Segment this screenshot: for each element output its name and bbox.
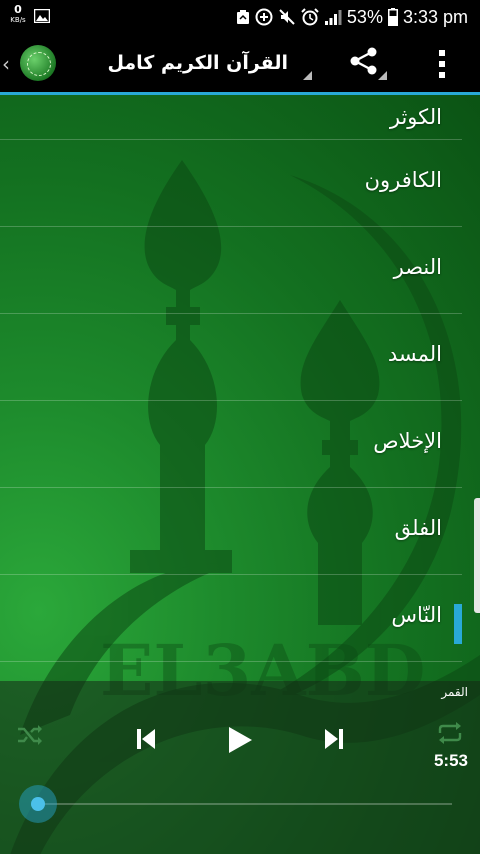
list-item[interactable]: النصر xyxy=(0,227,462,314)
surah-name: المسد xyxy=(387,342,442,366)
surah-name: الكافرون xyxy=(364,168,442,192)
logo-icon[interactable] xyxy=(20,45,56,81)
list-item[interactable]: الإخلاص xyxy=(0,401,462,488)
share-button[interactable] xyxy=(348,46,392,82)
seek-bar[interactable] xyxy=(38,803,452,805)
share-icon xyxy=(348,47,378,80)
clock: 3:33 pm xyxy=(402,6,468,27)
next-icon[interactable] xyxy=(322,727,346,755)
surah-name: النّاس xyxy=(391,603,442,627)
now-playing-title: القمر xyxy=(441,685,468,699)
title-spinner[interactable]: القرآن الكريم كامل xyxy=(107,48,312,82)
dropdown-corner-icon xyxy=(303,71,312,80)
previous-icon[interactable] xyxy=(134,727,158,755)
surah-name: الفلق xyxy=(394,516,442,540)
network-speed-unit: KB/s xyxy=(10,16,26,24)
app-title: القرآن الكريم كامل xyxy=(107,52,288,74)
repeat-icon[interactable] xyxy=(436,721,464,749)
back-chevron-icon[interactable]: ‹ xyxy=(2,52,10,76)
battery-percent: 53% xyxy=(346,6,383,27)
gallery-icon xyxy=(33,8,51,27)
overflow-menu-button[interactable] xyxy=(430,48,454,80)
scrollbar[interactable] xyxy=(474,498,480,613)
list-item[interactable]: الكافرون xyxy=(0,140,462,227)
overflow-dot xyxy=(439,72,445,78)
list-item[interactable]: الكوثر xyxy=(0,95,462,140)
battery-icon xyxy=(387,8,398,26)
status-bar: 0 KB/s 53% 3:33 pm xyxy=(0,0,480,34)
alarm-icon xyxy=(301,8,319,26)
recycle-icon xyxy=(236,9,250,25)
list-item[interactable]: الفلق xyxy=(0,488,462,575)
app-bar: ‹ القرآن الكريم كامل xyxy=(0,34,480,95)
surah-name: الكوثر xyxy=(389,105,442,129)
surah-name: النصر xyxy=(393,255,442,279)
surah-list: الكوثر الكافرون النصر المسد الإخلاص الفل… xyxy=(0,95,462,662)
network-speed-indicator: 0 KB/s xyxy=(8,3,28,25)
overflow-dot xyxy=(439,61,445,67)
dropdown-corner-icon xyxy=(378,71,387,80)
mute-icon xyxy=(278,8,296,26)
shuffle-icon[interactable] xyxy=(16,723,44,751)
duration-label: 5:53 xyxy=(433,751,468,770)
data-saver-icon xyxy=(255,8,273,26)
list-item[interactable]: المسد xyxy=(0,314,462,401)
play-icon[interactable] xyxy=(226,725,254,759)
network-speed-value: 0 xyxy=(14,3,22,16)
list-item-active[interactable]: النّاس xyxy=(0,575,462,662)
surah-name: الإخلاص xyxy=(373,429,442,453)
audio-player: القمر 5:53 xyxy=(0,681,480,854)
active-indicator xyxy=(454,604,462,644)
signal-icon xyxy=(324,9,342,25)
seek-bar-thumb[interactable] xyxy=(19,785,57,823)
overflow-menu-icon xyxy=(439,50,445,56)
